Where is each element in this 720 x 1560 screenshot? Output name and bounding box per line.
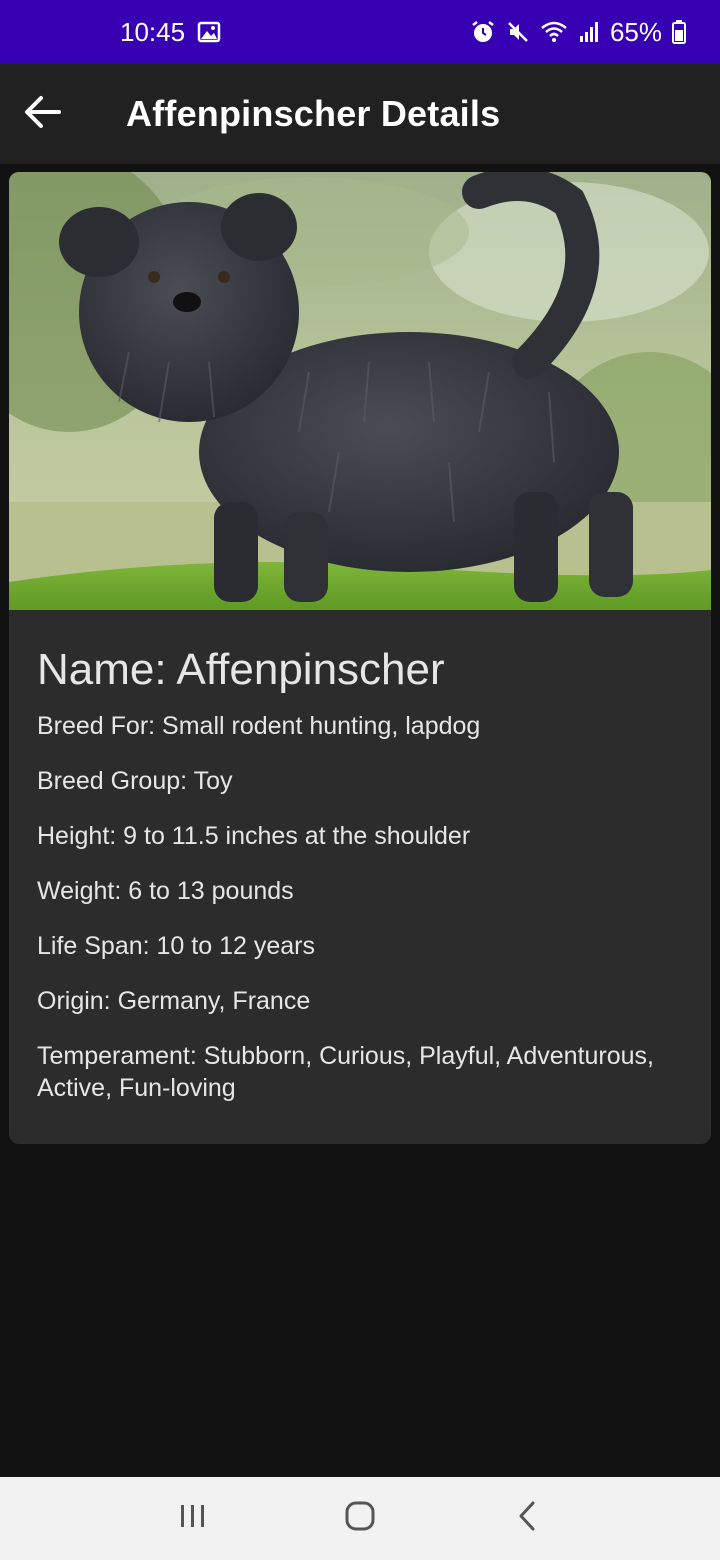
breed-life-span: Life Span: 10 to 12 years xyxy=(37,932,315,960)
back-button[interactable] xyxy=(0,64,86,164)
image-icon xyxy=(197,21,221,43)
breed-info: Name: Affenpinscher Breed For: Small rod… xyxy=(9,610,711,1104)
status-time: 10:45 xyxy=(120,16,186,47)
home-button[interactable] xyxy=(330,1489,390,1549)
breed-detail-card: Name: Affenpinscher Breed For: Small rod… xyxy=(9,172,711,1144)
breed-photo xyxy=(9,172,711,610)
alarm-icon xyxy=(470,19,496,45)
system-back-button[interactable] xyxy=(497,1489,557,1549)
back-icon xyxy=(516,1500,538,1537)
breed-origin: Origin: Germany, France xyxy=(37,987,311,1015)
breed-weight: Weight: 6 to 13 pounds xyxy=(37,877,294,905)
system-nav-bar xyxy=(0,1477,720,1560)
home-icon xyxy=(344,1500,376,1537)
recents-button[interactable] xyxy=(163,1489,223,1549)
mute-icon xyxy=(506,20,530,44)
breed-height: Height: 9 to 11.5 inches at the shoulder xyxy=(37,822,471,850)
bred-for: Breed For: Small rodent hunting, lapdog xyxy=(37,712,481,740)
status-right: 65% xyxy=(470,17,686,48)
battery-icon xyxy=(672,20,686,44)
breed-name: Name: Affenpinscher xyxy=(37,645,445,694)
breed-temperament: Temperament: Stubborn, Curious, Playful,… xyxy=(37,1042,654,1102)
arrow-back-icon xyxy=(23,94,63,135)
recents-icon xyxy=(178,1502,208,1535)
breed-group: Breed Group: Toy xyxy=(37,767,233,795)
battery-percent: 65% xyxy=(609,16,662,47)
page-title: Affenpinscher Details xyxy=(126,93,501,134)
wifi-icon xyxy=(540,20,568,44)
signal-icon xyxy=(578,21,600,43)
status-left: 10:45 xyxy=(120,17,221,48)
status-bar: 10:45 65% xyxy=(0,0,720,64)
app-bar: Affenpinscher Details xyxy=(0,64,720,164)
